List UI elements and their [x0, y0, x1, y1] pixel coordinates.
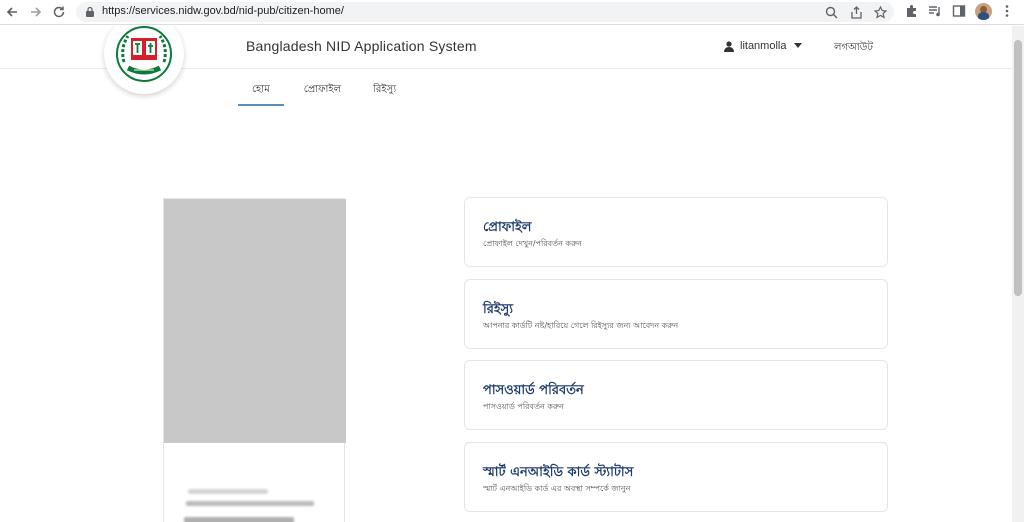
address-bar[interactable]: https://services.nidw.gov.bd/nid-pub/cit… — [76, 2, 894, 22]
card-subtitle: পাসওয়ার্ড পরিবর্তন করুন — [483, 402, 564, 411]
tab-reissue[interactable]: রিইস্যু — [359, 78, 410, 106]
page-scrollbar[interactable] — [1012, 26, 1024, 522]
tab-home[interactable]: হোম — [238, 78, 284, 106]
user-icon — [724, 40, 734, 52]
extensions-icon[interactable] — [904, 4, 918, 18]
bookmark-star-icon[interactable] — [874, 6, 887, 19]
change-password-card[interactable]: পাসওয়ার্ড পরিবর্তন পাসওয়ার্ড পরিবর্তন … — [464, 360, 888, 430]
reload-button[interactable] — [49, 2, 69, 22]
side-panel-icon[interactable] — [952, 4, 966, 18]
media-control-icon[interactable] — [928, 4, 942, 18]
bangladesh-seal-icon — [116, 26, 172, 82]
card-title: পাসওয়ার্ড পরিবর্তন — [483, 383, 584, 398]
card-subtitle: স্মার্ট এনআইডি কার্ড এর অবস্থা সম্পর্কে … — [483, 484, 631, 493]
reissue-card[interactable]: রিইস্যু আপনার কার্ডটি নষ্ট/হারিয়ে গেলে … — [464, 279, 888, 349]
card-subtitle: আপনার কার্ডটি নষ্ট/হারিয়ে গেলে রিইস্যুর… — [483, 321, 679, 330]
forward-button[interactable] — [26, 2, 46, 22]
main-tabs: হোম প্রোফাইল রিইস্যু — [238, 78, 410, 108]
profile-avatar[interactable] — [975, 3, 992, 20]
reload-icon — [53, 6, 65, 18]
zoom-icon[interactable] — [825, 6, 838, 19]
tab-profile[interactable]: প্রোফাইল — [290, 78, 355, 106]
browser-toolbar: https://services.nidw.gov.bd/nid-pub/cit… — [0, 0, 1024, 25]
arrow-left-icon — [6, 7, 17, 17]
back-button[interactable] — [2, 2, 22, 22]
smart-nid-status-card[interactable]: স্মার্ট এনআইডি কার্ড স্ট্যাটাস স্মার্ট এ… — [464, 442, 888, 512]
share-icon[interactable] — [850, 6, 863, 19]
kebab-menu-icon[interactable] — [1000, 4, 1014, 18]
lock-icon — [86, 6, 94, 17]
caret-down-icon — [794, 43, 803, 48]
blurred-text — [188, 489, 268, 494]
card-title: স্মার্ট এনআইডি কার্ড স্ট্যাটাস — [483, 465, 634, 480]
arrow-right-icon — [31, 7, 42, 17]
blurred-text — [184, 517, 294, 522]
card-title: প্রোফাইল — [483, 220, 532, 235]
card-title: রিইস্যু — [483, 302, 513, 317]
user-menu[interactable]: litanmolla — [724, 40, 803, 52]
profile-card[interactable]: প্রোফাইল প্রোফাইল দেখুন/পরিবর্তন করুন — [464, 197, 888, 267]
profile-photo-card — [163, 198, 346, 522]
url-text: https://services.nidw.gov.bd/nid-pub/cit… — [102, 5, 344, 17]
blurred-text — [186, 501, 314, 506]
page-content: Bangladesh NID Application System litanm… — [0, 26, 1012, 522]
logout-link[interactable]: লগআউট — [834, 40, 873, 57]
app-title: Bangladesh NID Application System — [246, 38, 477, 54]
nid-logo[interactable] — [104, 26, 184, 94]
card-subtitle: প্রোফাইল দেখুন/পরিবর্তন করুন — [483, 239, 582, 248]
username: litanmolla — [740, 40, 787, 52]
profile-photo — [164, 199, 346, 443]
scroll-thumb[interactable] — [1014, 40, 1022, 296]
